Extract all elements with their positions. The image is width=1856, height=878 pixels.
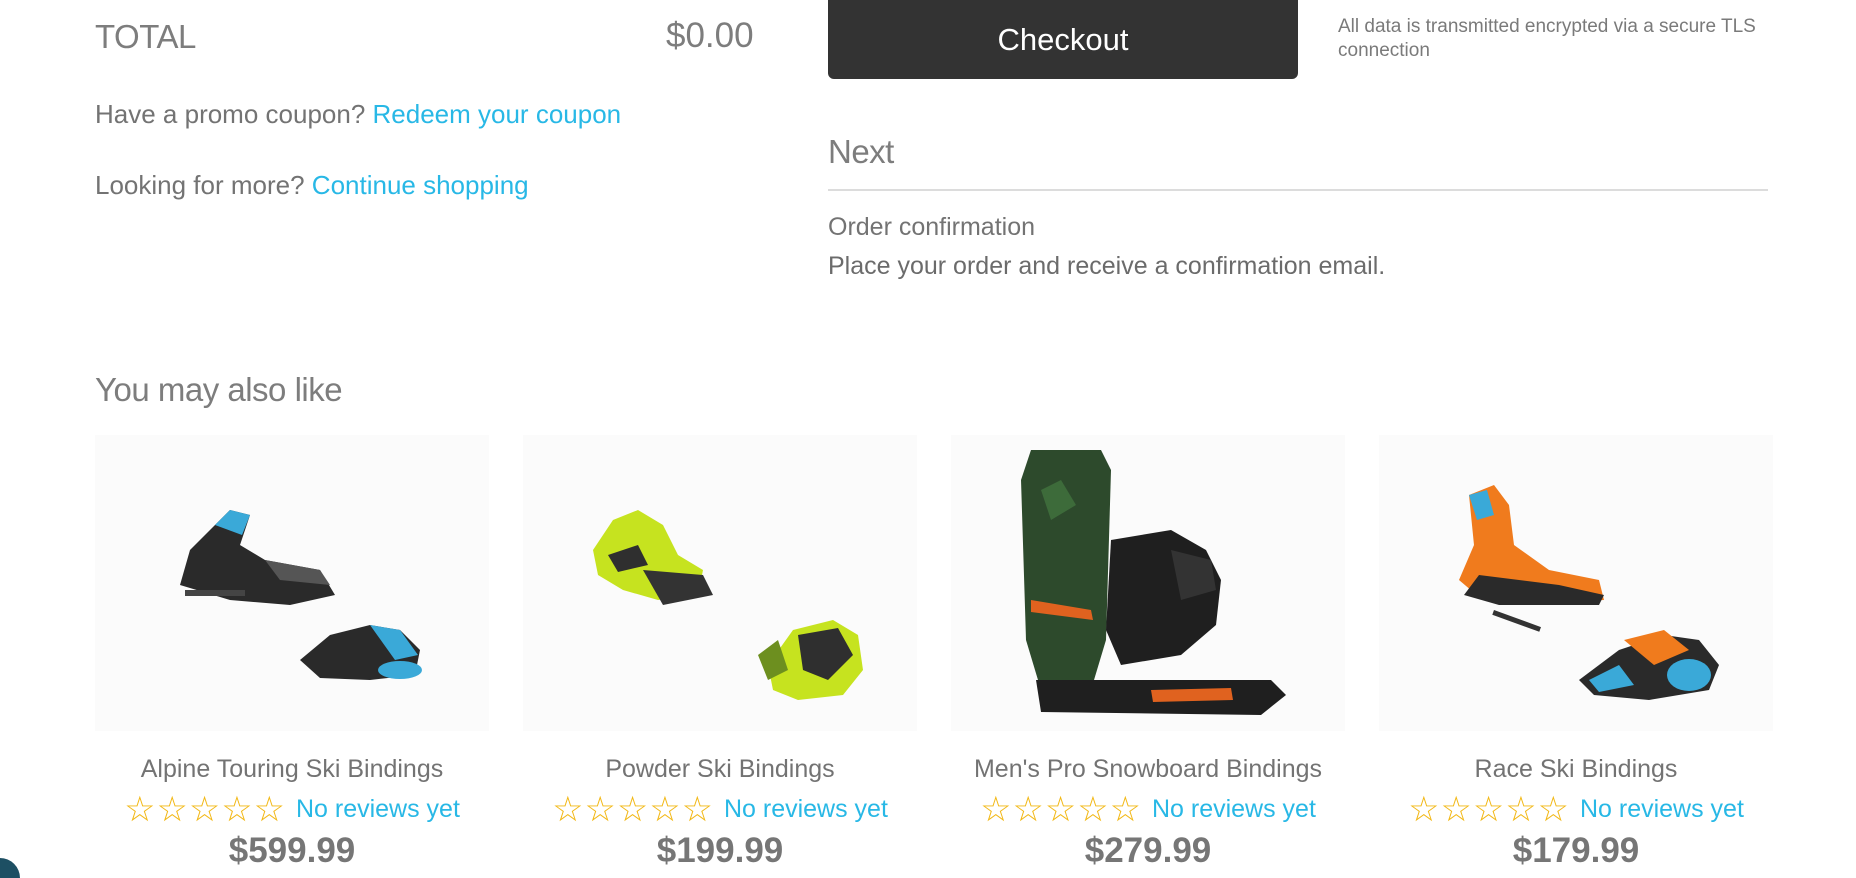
redeem-coupon-link[interactable]: Redeem your coupon bbox=[373, 99, 622, 129]
secure-connection-note: All data is transmitted encrypted via a … bbox=[1338, 16, 1756, 61]
product-name[interactable]: Men's Pro Snowboard Bindings bbox=[951, 755, 1345, 784]
rating-row: ☆☆☆☆☆ No reviews yet bbox=[1379, 792, 1773, 827]
star-outline-icon: ☆☆☆☆☆ bbox=[552, 790, 714, 829]
reviews-link[interactable]: No reviews yet bbox=[1152, 795, 1316, 824]
product-name[interactable]: Powder Ski Bindings bbox=[523, 755, 917, 784]
promo-coupon-prefix: Have a promo coupon? bbox=[95, 99, 373, 129]
product-name[interactable]: Alpine Touring Ski Bindings bbox=[95, 755, 489, 784]
rating-row: ☆☆☆☆☆ No reviews yet bbox=[523, 792, 917, 827]
product-card[interactable]: Alpine Touring Ski Bindings ☆☆☆☆☆ No rev… bbox=[95, 435, 489, 871]
product-card[interactable]: Powder Ski Bindings ☆☆☆☆☆ No reviews yet… bbox=[523, 435, 917, 871]
reviews-link[interactable]: No reviews yet bbox=[724, 795, 888, 824]
order-confirmation-title: Order confirmation bbox=[828, 213, 1036, 241]
product-price: $199.99 bbox=[656, 831, 784, 870]
continue-shopping-line: Looking for more? Continue shopping bbox=[95, 170, 529, 201]
next-divider bbox=[828, 189, 1768, 191]
star-outline-icon: ☆☆☆☆☆ bbox=[124, 790, 286, 829]
product-image-alpine-touring-bindings[interactable] bbox=[95, 435, 489, 731]
order-confirmation-description: Place your order and receive a confirmat… bbox=[828, 252, 1386, 280]
continue-shopping-prefix: Looking for more? bbox=[95, 170, 312, 200]
checkout-button[interactable]: Checkout bbox=[828, 0, 1298, 79]
star-outline-icon: ☆☆☆☆☆ bbox=[980, 790, 1142, 829]
product-price: $279.99 bbox=[1084, 831, 1212, 870]
product-price: $179.99 bbox=[1512, 831, 1640, 870]
product-card[interactable]: Men's Pro Snowboard Bindings ☆☆☆☆☆ No re… bbox=[951, 435, 1345, 871]
product-price: $599.99 bbox=[228, 831, 356, 870]
product-image-powder-bindings[interactable] bbox=[523, 435, 917, 731]
promo-coupon-line: Have a promo coupon? Redeem your coupon bbox=[95, 99, 621, 130]
product-image-race-bindings[interactable] bbox=[1379, 435, 1773, 731]
product-card[interactable]: Race Ski Bindings ☆☆☆☆☆ No reviews yet $… bbox=[1379, 435, 1773, 871]
rating-row: ☆☆☆☆☆ No reviews yet bbox=[951, 792, 1345, 827]
product-image-snowboard-bindings[interactable] bbox=[951, 435, 1345, 731]
chat-widget-edge[interactable] bbox=[0, 858, 20, 878]
product-name[interactable]: Race Ski Bindings bbox=[1379, 755, 1773, 784]
next-heading: Next bbox=[828, 133, 894, 170]
rating-row: ☆☆☆☆☆ No reviews yet bbox=[95, 792, 489, 827]
continue-shopping-link[interactable]: Continue shopping bbox=[312, 170, 529, 200]
total-label: TOTAL bbox=[95, 18, 196, 55]
reviews-link[interactable]: No reviews yet bbox=[296, 795, 460, 824]
related-products-heading: You may also like bbox=[95, 371, 343, 408]
star-outline-icon: ☆☆☆☆☆ bbox=[1408, 790, 1570, 829]
total-value: $0.00 bbox=[666, 16, 754, 55]
reviews-link[interactable]: No reviews yet bbox=[1580, 795, 1744, 824]
